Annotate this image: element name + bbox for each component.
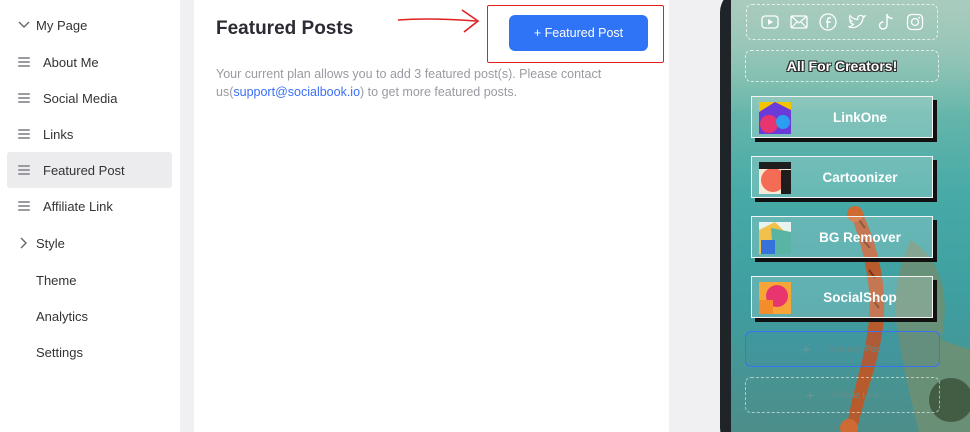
- sidebar-item-label: Theme: [36, 272, 77, 288]
- support-email-link[interactable]: support@socialbook.io: [233, 85, 360, 99]
- sidebar-item-settings[interactable]: Settings: [7, 334, 172, 370]
- link-card-title: Cartoonizer: [822, 169, 898, 185]
- drag-handle-icon[interactable]: [17, 163, 31, 177]
- main-panel: Featured Posts + Featured Post Your curr…: [194, 0, 669, 432]
- sidebar-item-about-me[interactable]: About Me: [7, 44, 172, 80]
- add-featured-post-button[interactable]: + Featured Post: [509, 15, 648, 51]
- sidebar: My Page About Me Social Media Links Feat…: [0, 0, 180, 432]
- tiktok-icon[interactable]: [877, 13, 895, 31]
- sidebar-item-label: Style: [36, 235, 65, 251]
- sidebar-item-label: Social Media: [43, 90, 118, 106]
- linkone-logo-icon: [759, 102, 791, 134]
- chevron-right-icon: [17, 236, 31, 250]
- sidebar-item-my-page[interactable]: My Page: [7, 7, 172, 43]
- link-card-title: BG Remover: [819, 229, 901, 245]
- sidebar-item-label: My Page: [36, 17, 88, 33]
- chevron-down-icon: [17, 18, 31, 32]
- sidebar-item-theme[interactable]: Theme: [7, 262, 172, 298]
- add-affiliate-link-placeholder[interactable]: + Affiliate Link: [745, 377, 940, 413]
- bg-remover-logo-icon: [759, 222, 791, 254]
- plan-description: Your current plan allows you to add 3 fe…: [216, 65, 636, 101]
- link-card-linkone[interactable]: LinkOne: [751, 96, 933, 138]
- cartoonizer-logo-icon: [759, 162, 791, 194]
- page-title: Featured Posts: [216, 18, 354, 39]
- youtube-icon[interactable]: [760, 13, 779, 31]
- facebook-icon[interactable]: [818, 13, 837, 31]
- drag-handle-icon[interactable]: [17, 55, 31, 69]
- sidebar-item-affiliate-link[interactable]: Affiliate Link: [7, 188, 172, 224]
- profile-heading: All For Creators!: [786, 58, 898, 74]
- placeholder-label: Affiliate Link: [830, 390, 879, 400]
- description-text: ) to get more featured posts.: [360, 85, 518, 99]
- add-featured-post-placeholder[interactable]: + Featured Post: [745, 331, 940, 367]
- drag-handle-icon[interactable]: [17, 91, 31, 105]
- annotation-arrow-icon: [397, 9, 480, 33]
- sidebar-item-featured-post[interactable]: Featured Post: [7, 152, 172, 188]
- sidebar-item-style[interactable]: Style: [7, 225, 172, 261]
- drag-handle-icon[interactable]: [17, 199, 31, 213]
- sidebar-item-label: Featured Post: [43, 162, 125, 178]
- link-card-bg-remover[interactable]: BG Remover: [751, 216, 933, 258]
- sidebar-item-social-media[interactable]: Social Media: [7, 80, 172, 116]
- sidebar-item-label: Settings: [36, 344, 83, 360]
- link-card-title: LinkOne: [832, 109, 887, 125]
- sidebar-item-analytics[interactable]: Analytics: [7, 298, 172, 334]
- plus-icon: +: [806, 387, 815, 403]
- link-card-title: SocialShop: [823, 289, 897, 305]
- phone-preview: All For Creators! LinkOne Cartoonizer BG…: [731, 0, 970, 432]
- sidebar-item-label: Links: [43, 126, 74, 142]
- sidebar-item-label: About Me: [43, 54, 99, 70]
- sidebar-item-label: Affiliate Link: [43, 198, 113, 214]
- instagram-icon[interactable]: [906, 13, 924, 31]
- link-card-socialshop[interactable]: SocialShop: [751, 276, 933, 318]
- sidebar-item-label: Analytics: [36, 308, 89, 324]
- social-icons-row: [746, 4, 938, 40]
- socialshop-logo-icon: [759, 282, 791, 314]
- email-icon[interactable]: [789, 13, 808, 31]
- link-card-cartoonizer[interactable]: Cartoonizer: [751, 156, 933, 198]
- profile-heading-box: All For Creators!: [745, 50, 939, 82]
- sidebar-item-links[interactable]: Links: [7, 116, 172, 152]
- drag-handle-icon[interactable]: [17, 127, 31, 141]
- placeholder-label: Featured Post: [826, 344, 883, 354]
- twitter-icon[interactable]: [847, 13, 866, 31]
- plus-icon: +: [802, 341, 811, 357]
